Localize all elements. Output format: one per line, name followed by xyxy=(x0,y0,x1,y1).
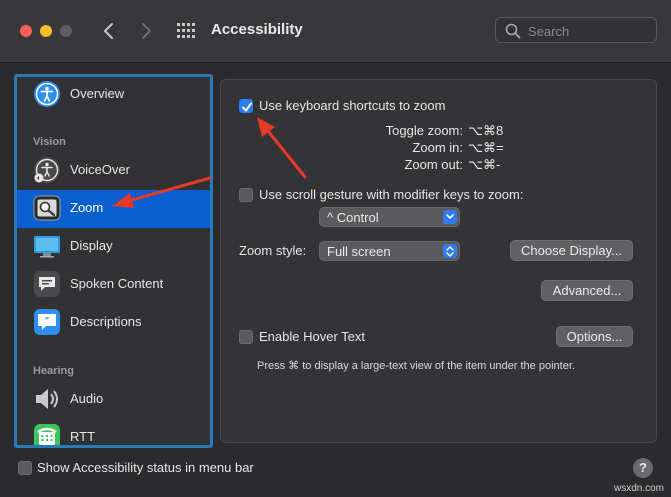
zoom-style-popup[interactable]: Full screen xyxy=(319,241,460,261)
sidebar-item-label: Zoom xyxy=(70,200,104,215)
rtt-icon xyxy=(34,424,60,445)
forward-button[interactable] xyxy=(134,19,158,43)
shortcut-label: Zoom out: xyxy=(404,157,463,172)
section-header-hearing: Hearing xyxy=(33,365,74,377)
sidebar-item-label: Spoken Content xyxy=(70,276,164,291)
sidebar-item-audio[interactable]: Audio xyxy=(17,381,210,419)
search-icon xyxy=(505,23,521,39)
advanced-button[interactable]: Advanced... xyxy=(541,280,633,301)
shortcut-keys: ⌥⌘- xyxy=(468,157,501,172)
modifier-key-value: ^ Control xyxy=(327,210,379,225)
zoom-style-value: Full screen xyxy=(327,244,391,259)
hover-text-label: Enable Hover Text xyxy=(259,329,365,344)
sidebar-item-voiceover[interactable]: VoiceOver xyxy=(17,152,210,190)
zoom-icon xyxy=(33,195,61,221)
sidebar-item-descriptions[interactable]: " Descriptions xyxy=(17,304,210,342)
sidebar-item-label: RTT xyxy=(70,429,96,444)
sidebar-item-label: Overview xyxy=(70,86,125,101)
back-button[interactable] xyxy=(97,19,121,43)
shortcut-label: Zoom in: xyxy=(412,140,463,155)
keyboard-shortcuts-label: Use keyboard shortcuts to zoom xyxy=(259,98,446,113)
accessibility-icon xyxy=(34,81,60,107)
checkmark-icon xyxy=(242,102,252,112)
show-status-menu-label: Show Accessibility status in menu bar xyxy=(37,460,254,475)
sidebar-item-zoom[interactable]: Zoom xyxy=(17,190,210,228)
sidebar-item-spoken-content[interactable]: Spoken Content xyxy=(17,266,210,304)
sidebar-item-overview[interactable]: Overview xyxy=(17,77,210,114)
hover-text-description: Press ⌘ to display a large-text view of … xyxy=(257,360,575,372)
descriptions-icon: " xyxy=(34,309,60,335)
audio-icon xyxy=(36,389,58,409)
display-icon xyxy=(34,236,60,258)
watermark: wsxdn.com xyxy=(614,483,665,494)
sidebar-item-label: Descriptions xyxy=(70,314,142,329)
keyboard-shortcuts-checkbox[interactable] xyxy=(239,99,253,113)
shortcut-label: Toggle zoom: xyxy=(385,123,463,138)
voiceover-icon xyxy=(34,157,60,183)
title-bar: Accessibility xyxy=(0,0,671,63)
sidebar-item-display[interactable]: Display xyxy=(17,228,210,266)
show-all-button[interactable] xyxy=(176,22,196,43)
modifier-key-popup[interactable]: ^ Control xyxy=(319,207,460,227)
up-down-chevron-icon xyxy=(443,244,457,258)
scroll-gesture-label: Use scroll gesture with modifier keys to… xyxy=(259,187,524,202)
chevron-down-icon xyxy=(443,210,457,224)
spoken-content-icon xyxy=(34,271,60,297)
svg-text:": " xyxy=(45,316,49,326)
show-status-menu-checkbox[interactable] xyxy=(18,461,32,475)
sidebar-item-label: VoiceOver xyxy=(70,162,130,177)
sidebar-item-label: Display xyxy=(70,238,113,253)
scroll-gesture-checkbox[interactable] xyxy=(239,188,253,202)
section-header-vision: Vision xyxy=(33,136,66,148)
minimize-window-button[interactable] xyxy=(40,25,52,37)
close-window-button[interactable] xyxy=(20,25,32,37)
sidebar-item-label: Audio xyxy=(70,391,104,406)
chevron-left-icon xyxy=(104,23,113,39)
choose-display-button[interactable]: Choose Display... xyxy=(510,240,633,261)
search-input[interactable] xyxy=(526,21,650,41)
hover-text-checkbox[interactable] xyxy=(239,330,253,344)
sidebar-item-rtt[interactable]: RTT xyxy=(17,419,210,445)
shortcut-keys: ⌥⌘8 xyxy=(468,123,504,138)
sidebar: Overview Vision VoiceOver Zoom Display S… xyxy=(14,74,213,448)
help-button[interactable]: ? xyxy=(633,458,653,478)
chevron-right-icon xyxy=(142,23,151,39)
window-title: Accessibility xyxy=(211,21,303,38)
zoom-style-label: Zoom style: xyxy=(239,243,307,258)
search-field[interactable] xyxy=(495,17,657,43)
hover-text-options-button[interactable]: Options... xyxy=(556,326,633,347)
grid-icon xyxy=(177,23,195,38)
shortcut-keys: ⌥⌘= xyxy=(468,140,504,155)
zoom-window-button[interactable] xyxy=(60,25,72,37)
